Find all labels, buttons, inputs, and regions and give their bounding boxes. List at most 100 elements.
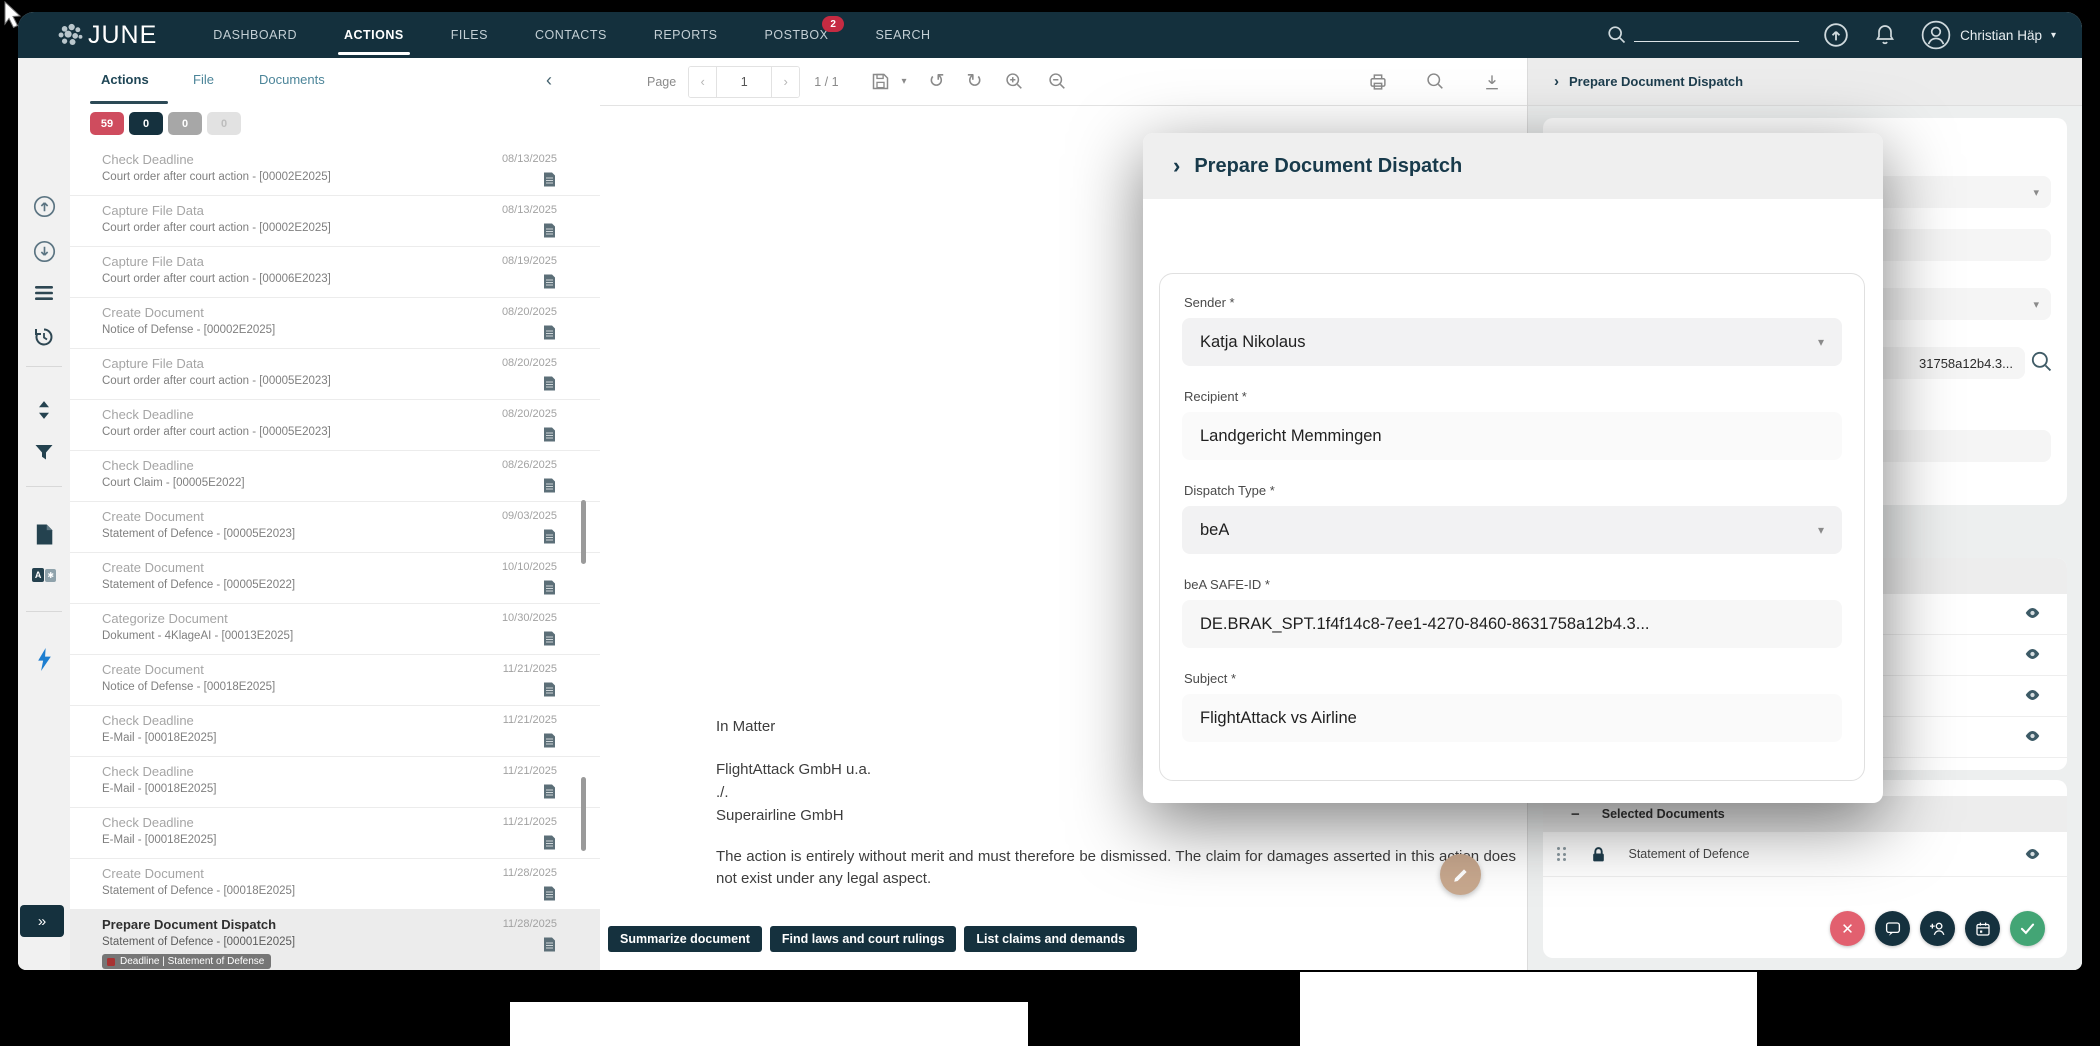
field-input[interactable]: FlightAttack vs Airline bbox=[1182, 694, 1842, 742]
cancel-button[interactable]: ✕ bbox=[1830, 911, 1865, 946]
status-count-badge[interactable]: 0 bbox=[207, 112, 241, 135]
nav-item-label: CONTACTS bbox=[535, 28, 607, 42]
action-list-item[interactable]: Check Deadline Court order after court a… bbox=[70, 400, 600, 451]
status-count-badge[interactable]: 59 bbox=[90, 112, 124, 135]
tab-actions[interactable]: Actions bbox=[101, 72, 149, 87]
edit-document-button[interactable] bbox=[1440, 854, 1481, 895]
action-due-date: 08/19/2025 bbox=[502, 255, 557, 267]
action-title: Check Deadline bbox=[102, 407, 194, 422]
page-number-input[interactable]: 1 bbox=[716, 67, 772, 97]
brand-logo[interactable]: JUNE bbox=[54, 21, 157, 50]
upload-icon[interactable] bbox=[1823, 22, 1849, 48]
action-list-item[interactable]: Check Deadline E-Mail - [00018E2025] 11/… bbox=[70, 808, 600, 859]
nav-item[interactable]: ACTIONS bbox=[344, 12, 404, 58]
action-title: Create Document bbox=[102, 305, 204, 320]
status-count-badge[interactable]: 0 bbox=[129, 112, 163, 135]
confirm-button[interactable] bbox=[2010, 911, 2045, 946]
print-icon[interactable] bbox=[1367, 71, 1389, 93]
save-options-caret[interactable]: ▾ bbox=[902, 76, 907, 87]
rotate-left-icon[interactable]: ↺ bbox=[929, 70, 945, 93]
rotate-right-icon[interactable]: ↻ bbox=[966, 70, 982, 93]
action-due-date: 11/28/2025 bbox=[503, 918, 557, 930]
page-total: 1 / 1 bbox=[814, 75, 838, 89]
safe-id-search-icon[interactable] bbox=[2029, 349, 2055, 375]
nav-item[interactable]: SEARCH bbox=[875, 12, 930, 58]
side-panel-header[interactable]: › Prepare Document Dispatch bbox=[1528, 58, 2082, 106]
menu-icon[interactable] bbox=[18, 284, 70, 302]
download-icon[interactable] bbox=[1482, 72, 1502, 92]
action-subtitle: Statement of Defence - [00001E2025] bbox=[102, 936, 295, 948]
comment-button[interactable] bbox=[1875, 911, 1910, 946]
tab-file[interactable]: File bbox=[193, 72, 214, 87]
global-search[interactable] bbox=[1606, 24, 1799, 46]
drag-handle-icon[interactable] bbox=[1557, 847, 1566, 861]
action-list-item[interactable]: Create Document Statement of Defence - [… bbox=[70, 502, 600, 553]
search-icon[interactable] bbox=[1606, 24, 1628, 46]
history-icon[interactable] bbox=[18, 326, 70, 348]
chevron-down-icon[interactable]: ▾ bbox=[1818, 335, 1824, 349]
schedule-button[interactable] bbox=[1965, 911, 2000, 946]
sort-icon[interactable] bbox=[18, 400, 70, 420]
scrollbar-thumb[interactable] bbox=[581, 777, 586, 851]
action-list-item[interactable]: Check Deadline E-Mail - [00018E2025] 11/… bbox=[70, 706, 600, 757]
eye-icon[interactable] bbox=[2024, 848, 2041, 860]
user-menu[interactable]: Christian Häp ▾ bbox=[1921, 20, 2056, 50]
chevron-right-icon: › bbox=[1554, 73, 1559, 90]
action-list-item[interactable]: Create Document Statement of Defence - [… bbox=[70, 553, 600, 604]
nav-item[interactable]: FILES bbox=[451, 12, 488, 58]
document-icon[interactable] bbox=[18, 524, 70, 545]
eye-icon[interactable] bbox=[2024, 730, 2041, 742]
collapse-panel-icon[interactable]: ‹ bbox=[546, 70, 552, 91]
action-list-item[interactable]: Create Document Statement of Defence - [… bbox=[70, 859, 600, 910]
field-input[interactable]: Katja Nikolaus ▾ bbox=[1182, 318, 1842, 366]
add-recipient-button[interactable] bbox=[1920, 911, 1955, 946]
action-list-item[interactable]: Capture File Data Court order after cour… bbox=[70, 247, 600, 298]
next-page-button[interactable]: › bbox=[772, 67, 799, 97]
status-count-badge[interactable]: 0 bbox=[168, 112, 202, 135]
eye-icon[interactable] bbox=[2024, 648, 2041, 660]
eye-icon[interactable] bbox=[2024, 607, 2041, 619]
nav-item[interactable]: DASHBOARD bbox=[213, 12, 297, 58]
ai-suggestion-chip[interactable]: Find laws and court rulings bbox=[770, 926, 957, 952]
search-input[interactable] bbox=[1634, 41, 1799, 42]
bell-icon[interactable] bbox=[1873, 23, 1897, 47]
action-list-item[interactable]: Check Deadline Court order after court a… bbox=[70, 145, 600, 196]
chevron-down-icon: ▾ bbox=[2033, 298, 2039, 311]
zoom-in-icon[interactable] bbox=[1004, 71, 1025, 92]
prev-page-button[interactable]: ‹ bbox=[689, 67, 716, 97]
save-button[interactable] bbox=[870, 71, 891, 92]
tab-documents[interactable]: Documents bbox=[259, 72, 325, 87]
chevron-down-icon: ▾ bbox=[2051, 30, 2056, 41]
action-list-item[interactable]: Categorize Document Dokument - 4KlageAI … bbox=[70, 604, 600, 655]
nav-item[interactable]: CONTACTS bbox=[535, 12, 607, 58]
quick-actions-icon[interactable] bbox=[18, 648, 70, 671]
nav-item[interactable]: REPORTS bbox=[654, 12, 718, 58]
action-list-item[interactable]: Check Deadline E-Mail - [00018E2025] 11/… bbox=[70, 757, 600, 808]
collapse-section-icon[interactable]: − bbox=[1571, 806, 1580, 823]
eye-icon[interactable] bbox=[2024, 689, 2041, 701]
action-list-item[interactable]: Prepare Document Dispatch Statement of D… bbox=[70, 910, 600, 970]
ai-suggestion-chip[interactable]: Summarize document bbox=[608, 926, 762, 952]
action-list-item[interactable]: Capture File Data Court order after cour… bbox=[70, 196, 600, 247]
field-input[interactable]: Landgericht Memmingen bbox=[1182, 412, 1842, 460]
filter-icon[interactable] bbox=[18, 443, 70, 462]
expand-panel-button[interactable]: » bbox=[20, 905, 64, 937]
action-list-item[interactable]: Check Deadline Court Claim - [00005E2022… bbox=[70, 451, 600, 502]
scroll-bottom-icon[interactable] bbox=[18, 240, 70, 263]
ai-suggestion-chip[interactable]: List claims and demands bbox=[964, 926, 1137, 952]
nav-item[interactable]: POSTBOX 2 bbox=[765, 12, 829, 58]
scroll-top-icon[interactable] bbox=[18, 195, 70, 218]
chevron-down-icon[interactable]: ▾ bbox=[1818, 523, 1824, 537]
chevron-right-icon[interactable]: › bbox=[1173, 153, 1180, 179]
selected-document-row[interactable]: Statement of Defence bbox=[1543, 832, 2067, 877]
field-value: Landgericht Memmingen bbox=[1200, 427, 1382, 446]
scrollbar-thumb[interactable] bbox=[581, 500, 586, 564]
translate-icon[interactable]: A✱ bbox=[18, 568, 70, 582]
field-input[interactable]: DE.BRAK_SPT.1f4f14c8-7ee1-4270-8460-8631… bbox=[1182, 600, 1842, 648]
document-search-icon[interactable] bbox=[1425, 71, 1446, 92]
zoom-out-icon[interactable] bbox=[1047, 71, 1068, 92]
field-input[interactable]: beA ▾ bbox=[1182, 506, 1842, 554]
action-list-item[interactable]: Create Document Notice of Defense - [000… bbox=[70, 655, 600, 706]
action-list-item[interactable]: Create Document Notice of Defense - [000… bbox=[70, 298, 600, 349]
action-list-item[interactable]: Capture File Data Court order after cour… bbox=[70, 349, 600, 400]
